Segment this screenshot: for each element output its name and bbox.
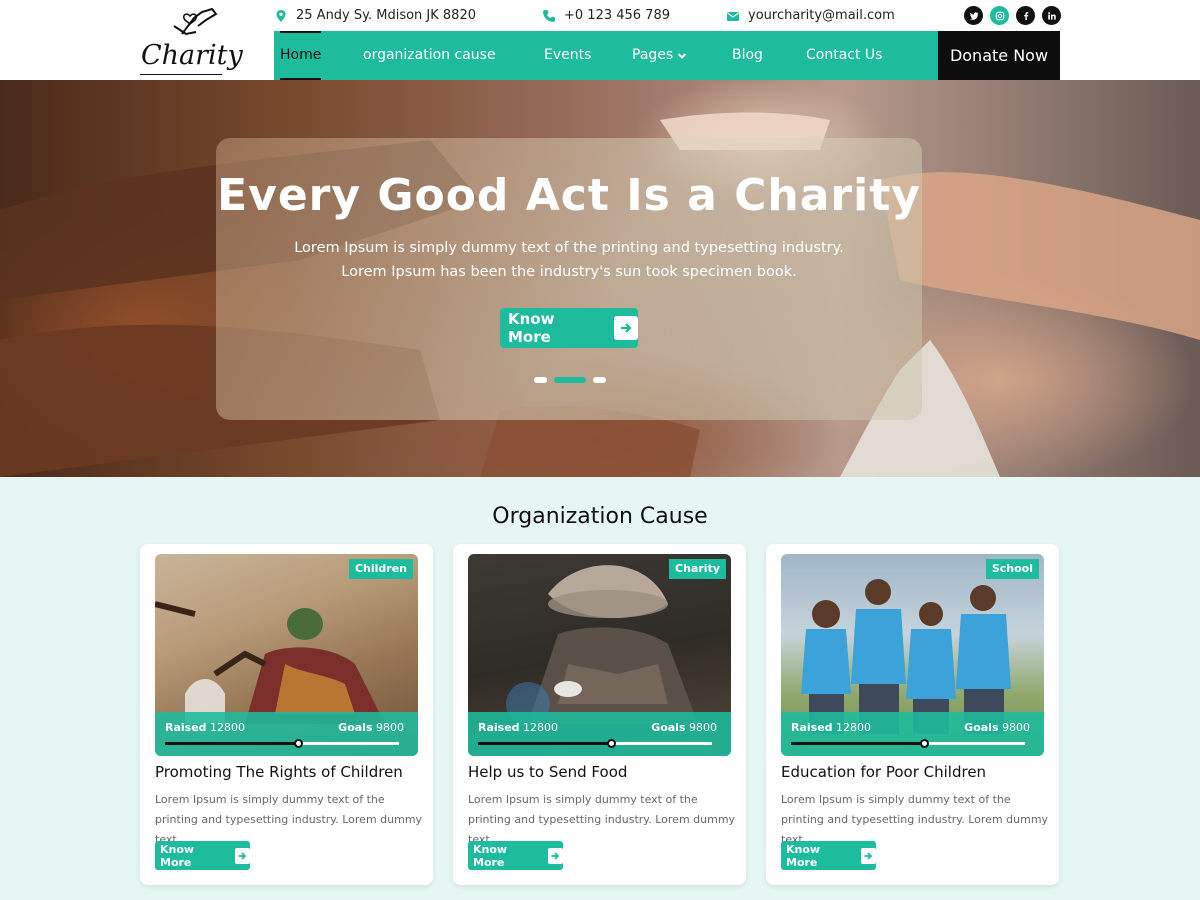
raised-value: 12800 xyxy=(210,721,246,734)
progress-panel: Raised 12800 Goals 9800 xyxy=(155,712,418,756)
logo-text: Charity xyxy=(141,40,243,71)
cause-card-title[interactable]: Promoting The Rights of Children xyxy=(155,763,403,781)
goals-info: Goals 9800 xyxy=(338,721,404,734)
hero-button-label: Know More xyxy=(508,310,555,346)
progress-bar xyxy=(478,739,712,748)
progress-bar xyxy=(791,739,1025,748)
know-more-button[interactable]: Know More xyxy=(781,841,876,870)
address-info: 25 Andy Sy. Mdison JK 8820 xyxy=(274,8,476,23)
cause-card-image[interactable]: Charity Raised 12800 Goals 9800 xyxy=(468,554,731,756)
know-more-label: Know More xyxy=(160,842,195,869)
logo-underline xyxy=(140,74,222,75)
cause-tag: Charity xyxy=(669,559,726,579)
raised-info: Raised 12800 xyxy=(165,721,245,734)
know-more-label: Know More xyxy=(786,842,821,869)
slider-dot-1[interactable] xyxy=(534,377,547,383)
progress-knob xyxy=(607,739,617,748)
social-links xyxy=(964,6,1061,25)
slider-dot-3[interactable] xyxy=(593,377,606,383)
cause-card-title[interactable]: Help us to Send Food xyxy=(468,763,627,781)
phone-text[interactable]: +0 123 456 789 xyxy=(564,8,670,23)
section-title: Organization Cause xyxy=(492,504,708,529)
progress-knob xyxy=(920,739,930,748)
raised-label: Raised xyxy=(165,721,207,734)
progress-bar xyxy=(165,739,399,748)
raised-info: Raised 12800 xyxy=(791,721,871,734)
progress-knob xyxy=(294,739,304,748)
progress-fill xyxy=(478,742,612,745)
raised-info: Raised 12800 xyxy=(478,721,558,734)
site-header: Charity 25 Andy Sy. Mdison JK 8820 +0 12… xyxy=(0,0,1200,80)
goals-info: Goals 9800 xyxy=(964,721,1030,734)
know-more-button[interactable]: Know More xyxy=(155,841,250,870)
top-info-bar: 25 Andy Sy. Mdison JK 8820 +0 123 456 78… xyxy=(274,0,1061,32)
main-navigation: Home organization cause Events Pages Blo… xyxy=(274,31,938,80)
progress-fill xyxy=(791,742,925,745)
nav-contact-us[interactable]: Contact Us xyxy=(806,31,882,80)
hero-title: Every Good Act Is a Charity xyxy=(217,170,921,221)
envelope-icon xyxy=(727,11,739,21)
cause-card: Charity Raised 12800 Goals 9800 Help us … xyxy=(453,544,746,885)
arrow-right-icon xyxy=(614,316,638,340)
know-more-button[interactable]: Know More xyxy=(468,841,563,870)
goals-info: Goals 9800 xyxy=(651,721,717,734)
hands-heart-icon xyxy=(173,7,218,36)
raised-value: 12800 xyxy=(523,721,559,734)
nav-blog[interactable]: Blog xyxy=(732,31,763,80)
raised-label: Raised xyxy=(478,721,520,734)
phone-info: +0 123 456 789 xyxy=(542,8,670,23)
raised-value: 12800 xyxy=(836,721,872,734)
nav-events[interactable]: Events xyxy=(544,31,591,80)
location-pin-icon xyxy=(276,9,286,22)
cause-tag: Children xyxy=(348,559,413,579)
hero-content-card: Every Good Act Is a Charity Lorem Ipsum … xyxy=(216,138,922,420)
goals-value: 9800 xyxy=(689,721,717,734)
goals-label: Goals xyxy=(651,721,686,734)
arrow-right-icon xyxy=(234,847,250,864)
cause-card-title[interactable]: Education for Poor Children xyxy=(781,763,986,781)
know-more-label: Know More xyxy=(473,842,508,869)
email-info: yourcharity@mail.com xyxy=(726,8,895,23)
address-text: 25 Andy Sy. Mdison JK 8820 xyxy=(296,8,476,23)
cause-card: Children Raised 12800 Goals 9800 Promoti… xyxy=(140,544,433,885)
goals-value: 9800 xyxy=(1002,721,1030,734)
hero-know-more-button[interactable]: Know More xyxy=(500,308,638,348)
goals-label: Goals xyxy=(964,721,999,734)
cause-card-image[interactable]: School Raised 12800 Goals 9800 xyxy=(781,554,1044,756)
cause-card: School Raised 12800 Goals 9800 Education… xyxy=(766,544,1059,885)
charity-logo[interactable]: Charity xyxy=(138,2,243,78)
hero-description: Lorem Ipsum is simply dummy text of the … xyxy=(294,240,844,280)
nav-organization-cause[interactable]: organization cause xyxy=(363,31,496,80)
twitter-icon[interactable] xyxy=(964,6,983,25)
goals-label: Goals xyxy=(338,721,373,734)
nav-home[interactable]: Home xyxy=(280,31,322,80)
raised-label: Raised xyxy=(791,721,833,734)
progress-panel: Raised 12800 Goals 9800 xyxy=(781,712,1044,756)
slider-dots xyxy=(534,377,606,383)
goals-value: 9800 xyxy=(376,721,404,734)
nav-pages[interactable]: Pages xyxy=(632,31,687,80)
facebook-icon[interactable] xyxy=(1016,6,1035,25)
organization-cause-section: Organization Cause Children Raised 12800… xyxy=(0,477,1200,900)
arrow-right-icon xyxy=(547,847,563,864)
progress-panel: Raised 12800 Goals 9800 xyxy=(468,712,731,756)
linkedin-icon[interactable] xyxy=(1042,6,1061,25)
slider-dot-2[interactable] xyxy=(554,377,586,383)
cause-tag: School xyxy=(985,559,1039,579)
phone-icon xyxy=(543,9,555,22)
email-text[interactable]: yourcharity@mail.com xyxy=(748,8,895,23)
chevron-down-icon xyxy=(677,52,687,59)
donate-now-button[interactable]: Donate Now xyxy=(938,31,1060,80)
instagram-icon[interactable] xyxy=(990,6,1009,25)
cause-card-image[interactable]: Children Raised 12800 Goals 9800 xyxy=(155,554,418,756)
arrow-right-icon xyxy=(860,847,876,864)
hero-slider: Every Good Act Is a Charity Lorem Ipsum … xyxy=(0,80,1200,477)
progress-fill xyxy=(165,742,299,745)
nav-pages-label: Pages xyxy=(632,47,674,63)
